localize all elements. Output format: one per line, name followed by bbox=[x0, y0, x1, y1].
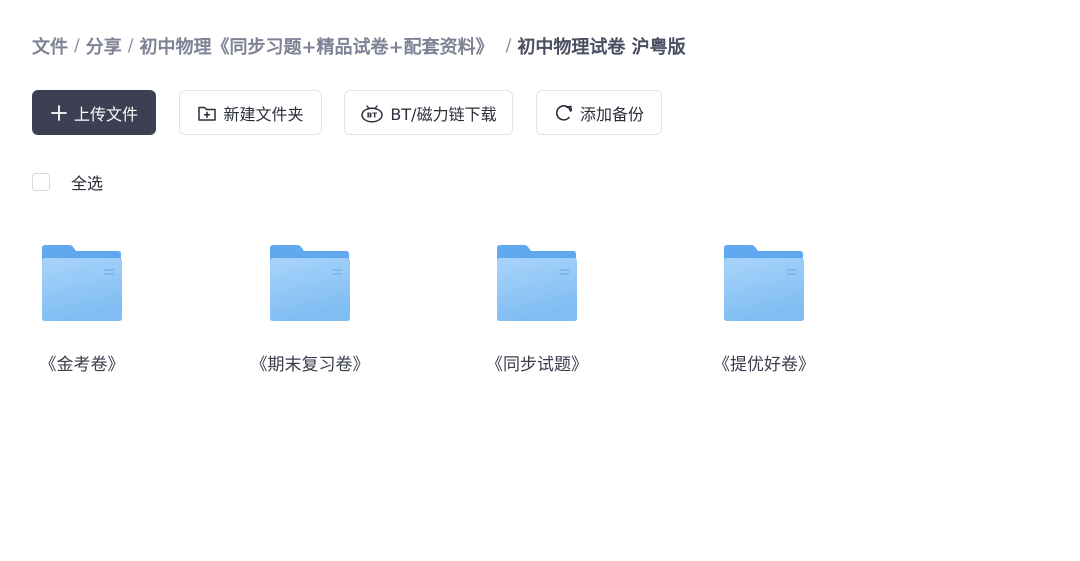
breadcrumb: 文件 / 分享 / 初中物理《同步习题+精品试卷+配套资料》 / 初中物理试卷 … bbox=[32, 33, 686, 59]
plus-icon bbox=[50, 104, 68, 122]
add-backup-label: 添加备份 bbox=[579, 104, 644, 124]
bt-magnet-download-button[interactable]: BT BT/磁力链下载 bbox=[344, 90, 513, 135]
folder-item[interactable]: 《期末复习卷》 bbox=[240, 240, 380, 378]
breadcrumb-separator: / bbox=[505, 36, 512, 56]
breadcrumb-item-parent-folder[interactable]: 初中物理《同步习题+精品试卷+配套资料》 bbox=[139, 33, 493, 59]
new-folder-button[interactable]: 新建文件夹 bbox=[179, 90, 322, 135]
folder-name: 《金考卷》 bbox=[39, 355, 125, 375]
refresh-icon bbox=[554, 103, 574, 123]
folder-icon bbox=[497, 245, 577, 321]
breadcrumb-separator: / bbox=[74, 36, 80, 56]
select-all-row: 全选 bbox=[32, 170, 103, 194]
upload-file-button[interactable]: 上传文件 bbox=[32, 90, 156, 135]
folder-name: 《期末复习卷》 bbox=[250, 355, 370, 375]
folder-name: 《同步试题》 bbox=[486, 355, 588, 375]
breadcrumb-separator: / bbox=[127, 36, 134, 56]
add-backup-button[interactable]: 添加备份 bbox=[536, 90, 662, 135]
folder-item[interactable]: 《提优好卷》 bbox=[694, 240, 834, 378]
folder-icon bbox=[42, 245, 122, 321]
bt-icon: BT bbox=[360, 103, 384, 123]
file-manager-page: 文件 / 分享 / 初中物理《同步习题+精品试卷+配套资料》 / 初中物理试卷 … bbox=[0, 0, 1080, 561]
folder-icon bbox=[724, 245, 804, 321]
new-folder-label: 新建文件夹 bbox=[223, 104, 304, 124]
select-all-label[interactable]: 全选 bbox=[71, 170, 103, 194]
breadcrumb-item-share[interactable]: 分享 bbox=[86, 33, 122, 59]
bt-magnet-download-label: BT/磁力链下载 bbox=[390, 104, 497, 124]
upload-file-label: 上传文件 bbox=[73, 104, 138, 124]
select-all-checkbox[interactable] bbox=[32, 173, 50, 191]
new-folder-icon bbox=[197, 104, 217, 122]
folder-name: 《提优好卷》 bbox=[713, 355, 815, 375]
folder-item[interactable]: 《金考卷》 bbox=[12, 240, 152, 378]
breadcrumb-current-folder: 初中物理试卷 沪粤版 bbox=[517, 37, 686, 58]
folder-item[interactable]: 《同步试题》 bbox=[467, 240, 607, 378]
breadcrumb-item-files[interactable]: 文件 bbox=[32, 33, 68, 59]
folder-icon bbox=[270, 245, 350, 321]
svg-text:BT: BT bbox=[367, 110, 377, 119]
